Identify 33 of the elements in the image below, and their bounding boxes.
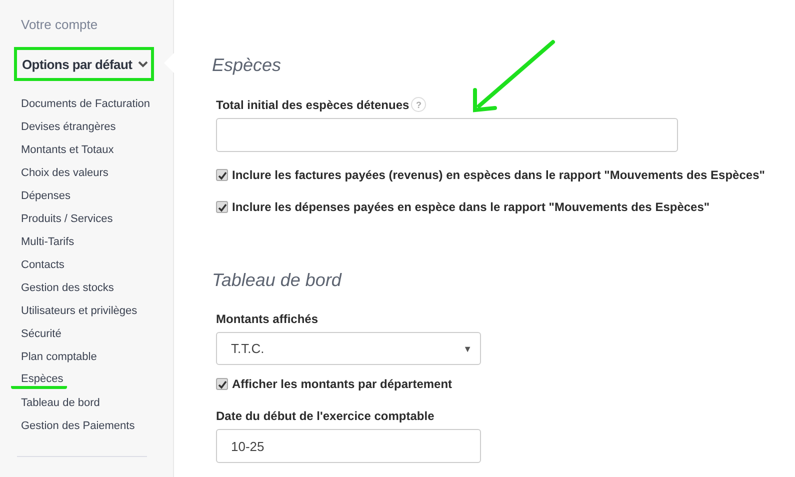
checkbox[interactable]	[216, 201, 228, 213]
sidebar-link[interactable]: Gestion des Paiements	[14, 415, 135, 438]
field-label: Montants affichés	[216, 312, 318, 326]
sidebar-link[interactable]: Sécurité	[14, 323, 62, 346]
group-toggle[interactable]: Options par défaut	[14, 47, 154, 81]
chevron-icon	[138, 60, 148, 68]
checkbox-label: Afficher les montants par département	[232, 377, 452, 391]
checkbox-label: Inclure les factures payées (revenus) en espèces dans le rapport "Mouvements des Espèces"	[232, 168, 765, 182]
checkbox-label: Inclure les dépenses payées en espèce dans le rapport "Mouvements des Espèces"	[232, 200, 710, 214]
sidebar-link[interactable]: Plan comptable	[14, 346, 97, 369]
sidebar-link[interactable]: Contacts	[14, 254, 64, 277]
sidebar-link[interactable]: Choix des valeurs	[14, 162, 108, 185]
sidebar-link[interactable]: Utilisateurs et privilèges	[14, 300, 138, 323]
sidebar-link[interactable]: Gestion des stocks	[14, 277, 114, 300]
sidebar-link[interactable]: Documents de Facturation	[14, 93, 150, 116]
checkbox[interactable]	[216, 378, 228, 390]
text-field[interactable]	[216, 118, 678, 152]
sidebar-link[interactable]: Espèces	[11, 369, 68, 389]
field-label: Date du début de l'exercice comptable	[216, 409, 434, 423]
dropdown-field[interactable]: T.T.C. ▼	[216, 332, 481, 365]
text-field[interactable]: 10-25	[216, 429, 481, 463]
field-label: Total initial des espèces détenues	[216, 98, 410, 112]
sidebar-link[interactable]: Dépenses	[14, 185, 71, 208]
checkbox[interactable]	[216, 169, 228, 181]
sidebar-link[interactable]: Montants et Totaux	[14, 139, 114, 162]
section-heading: Tableau de bord	[212, 270, 343, 292]
sidebar-link[interactable]: Multi-Tarifs	[14, 231, 74, 254]
account-link[interactable]: Votre compte	[14, 17, 98, 35]
section-heading: Espèces	[212, 55, 282, 77]
dropdown-arrow-icon: ▼	[463, 344, 472, 354]
sidebar-link[interactable]: Devises étrangères	[14, 116, 116, 139]
sidebar-link[interactable]: Produits / Services	[14, 208, 113, 231]
sidebar-link[interactable]: Tableau de bord	[14, 392, 100, 415]
